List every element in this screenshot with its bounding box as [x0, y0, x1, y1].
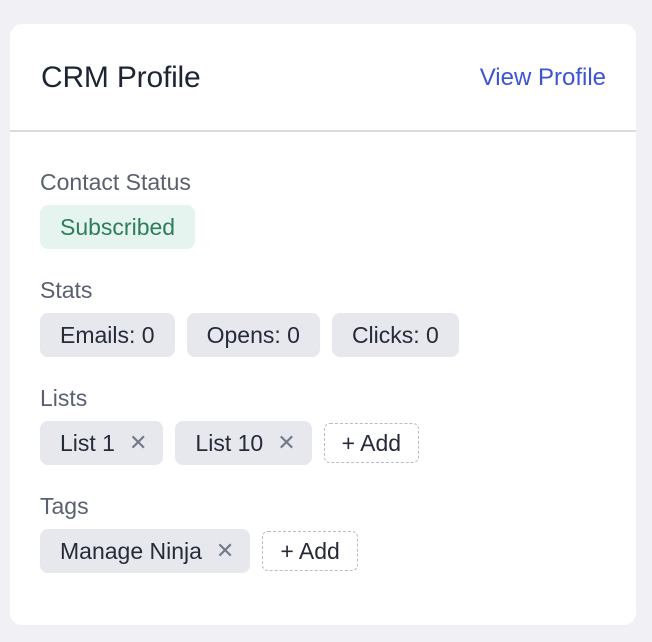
stats-row: Emails: 0 Opens: 0 Clicks: 0 — [40, 313, 606, 357]
contact-status-section: Contact Status Subscribed — [40, 167, 606, 249]
card-header: CRM Profile View Profile — [10, 24, 636, 132]
close-icon[interactable]: ✕ — [216, 540, 234, 562]
stat-clicks: Clicks: 0 — [331, 313, 459, 357]
contact-status-label: Contact Status — [40, 169, 191, 195]
add-list-button[interactable]: + Add — [323, 423, 420, 463]
lists-row: List 1 ✕ List 10 ✕ + Add — [40, 421, 606, 465]
close-icon[interactable]: ✕ — [129, 432, 147, 454]
stats-label: Stats — [40, 277, 93, 303]
tags-section: Tags Manage Ninja ✕ + Add — [40, 491, 606, 573]
tags-label: Tags — [40, 493, 89, 519]
card-title: CRM Profile — [41, 61, 201, 94]
list-chip-label: List 1 — [60, 429, 115, 456]
list-chip: List 10 ✕ — [175, 421, 312, 465]
tag-chip: Manage Ninja ✕ — [40, 529, 251, 573]
tag-chip-label: Manage Ninja — [60, 537, 202, 564]
list-chip-label: List 10 — [195, 429, 264, 456]
crm-profile-card: CRM Profile View Profile Contact Status … — [10, 24, 636, 625]
tags-row: Manage Ninja ✕ + Add — [40, 529, 606, 573]
card-body: Contact Status Subscribed Stats Emails: … — [10, 132, 636, 573]
lists-section: Lists List 1 ✕ List 10 ✕ + Add — [40, 383, 606, 465]
lists-label: Lists — [40, 385, 88, 411]
add-tag-button[interactable]: + Add — [262, 531, 358, 571]
status-badge: Subscribed — [40, 205, 196, 249]
close-icon[interactable]: ✕ — [277, 432, 295, 454]
list-chip: List 1 ✕ — [40, 421, 164, 465]
view-profile-link[interactable]: View Profile — [480, 64, 606, 92]
contact-status-row: Subscribed — [40, 205, 606, 249]
stat-opens: Opens: 0 — [186, 313, 320, 357]
stat-emails: Emails: 0 — [40, 313, 175, 357]
stats-section: Stats Emails: 0 Opens: 0 Clicks: 0 — [40, 275, 606, 357]
